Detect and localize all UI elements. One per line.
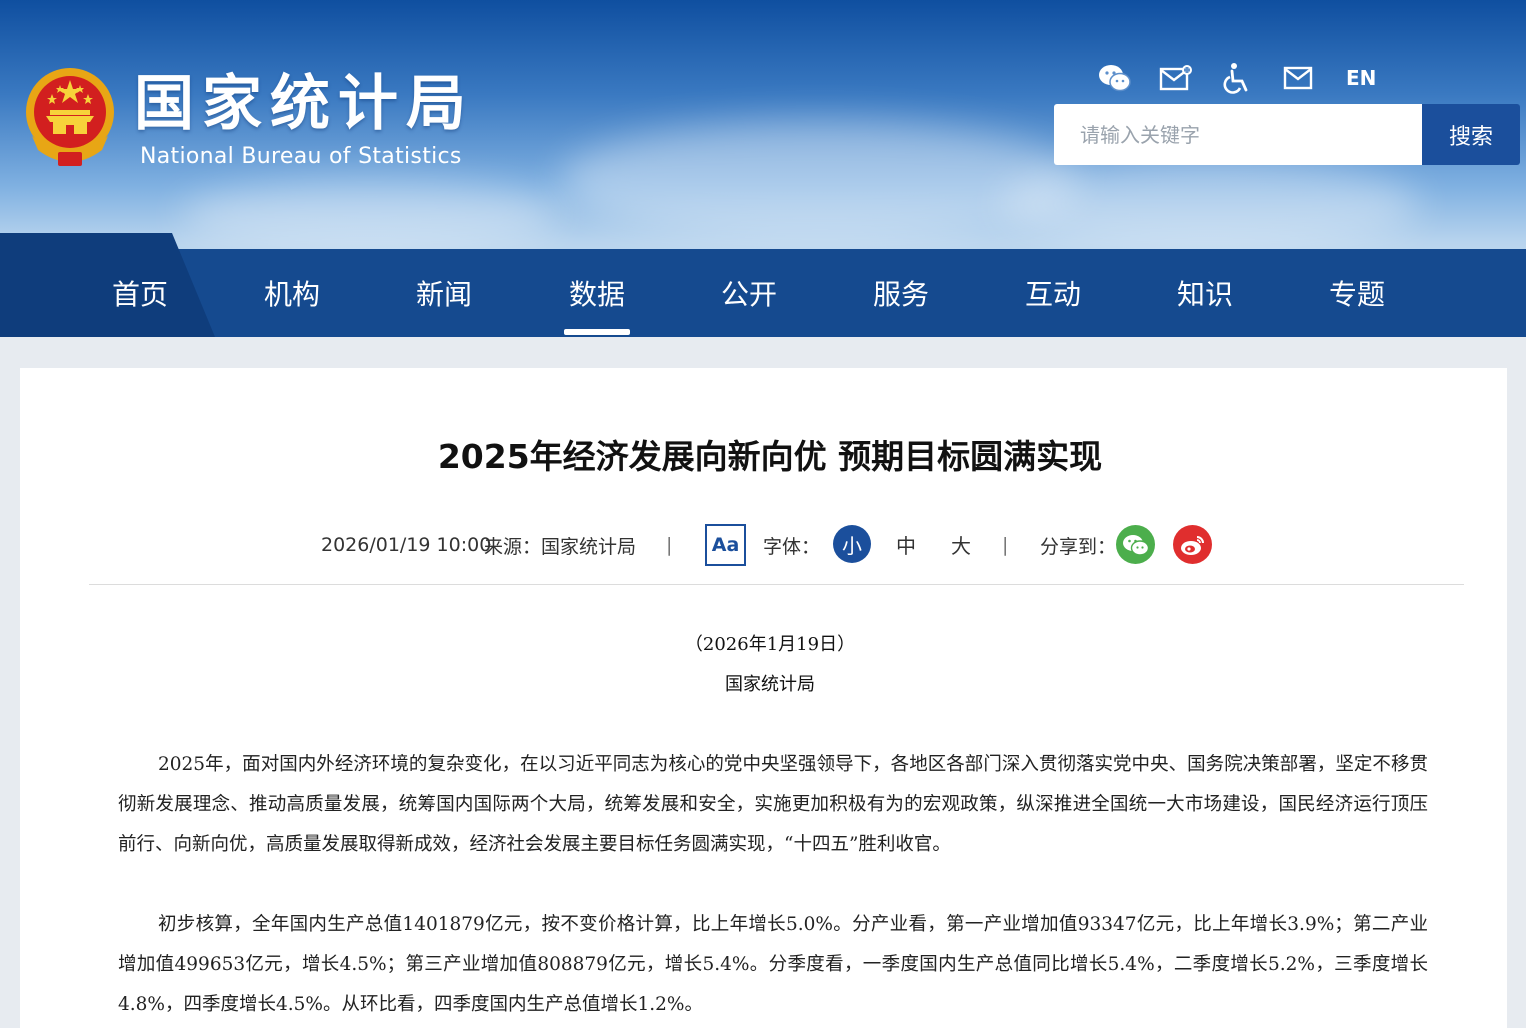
nav-item-data[interactable]: 数据 [521,249,673,337]
article-date-line: （2026年1月19日） [684,634,856,655]
search-button[interactable]: 搜索 [1422,104,1520,165]
meta-divider [89,584,1464,585]
site-subtitle: National Bureau of Statistics [140,144,462,169]
article-title: 2025年经济发展向新向优 预期目标圆满实现 [437,437,1103,476]
font-size-large-button[interactable]: 大 [942,525,980,563]
nav-item-service[interactable]: 服务 [825,249,977,337]
national-emblem-icon[interactable] [22,66,118,168]
search-input[interactable] [1054,104,1422,165]
header-cloud-decoration [180,180,560,250]
font-toggle-button[interactable]: Aa [705,524,746,566]
accessibility-icon[interactable] [1218,60,1256,96]
font-size-label: 字体： [763,535,821,558]
header-cloud-decoration [560,120,1080,240]
article-source: 国家统计局 [541,535,637,558]
mail-subscribe-icon[interactable] [1157,60,1195,96]
meta-separator: | [1002,534,1009,556]
share-label: 分享到： [1040,535,1117,558]
wechat-icon[interactable] [1096,60,1134,96]
article-author-line: 国家统计局 [725,674,815,695]
article-paragraph: 初步核算，全年国内生产总值1401879亿元，按不变价格计算，比上年增长5.0%… [118,914,1428,1015]
nav-item-org[interactable]: 机构 [216,249,368,337]
top-utility-links: EN [1096,60,1376,96]
article-paragraph: 2025年，面对国内外经济环境的复杂变化，在以习近平同志为核心的党中央坚强领导下… [118,754,1428,855]
article-date: 2026/01/19 10:00 [321,534,492,556]
mail-icon[interactable] [1279,60,1317,96]
nav-item-news[interactable]: 新闻 [368,249,520,337]
nav-item-open[interactable]: 公开 [673,249,825,337]
nav-item-knowledge[interactable]: 知识 [1129,249,1281,337]
weibo-share-icon[interactable] [1173,525,1212,564]
article-source-label: 来源： [484,535,542,558]
english-language-link[interactable]: EN [1346,66,1376,90]
font-size-medium-button[interactable]: 中 [887,525,925,563]
nav-item-interact[interactable]: 互动 [977,249,1129,337]
nav-item-topics[interactable]: 专题 [1281,249,1433,337]
site-title[interactable]: 国家统计局 [134,68,474,140]
nav-item-home[interactable]: 首页 [64,249,216,337]
wechat-share-icon[interactable] [1116,525,1155,564]
header-cloud-decoration [1000,160,1420,250]
meta-separator: | [666,534,673,556]
font-size-small-button[interactable]: 小 [833,525,871,563]
nav-active-indicator [564,329,630,335]
